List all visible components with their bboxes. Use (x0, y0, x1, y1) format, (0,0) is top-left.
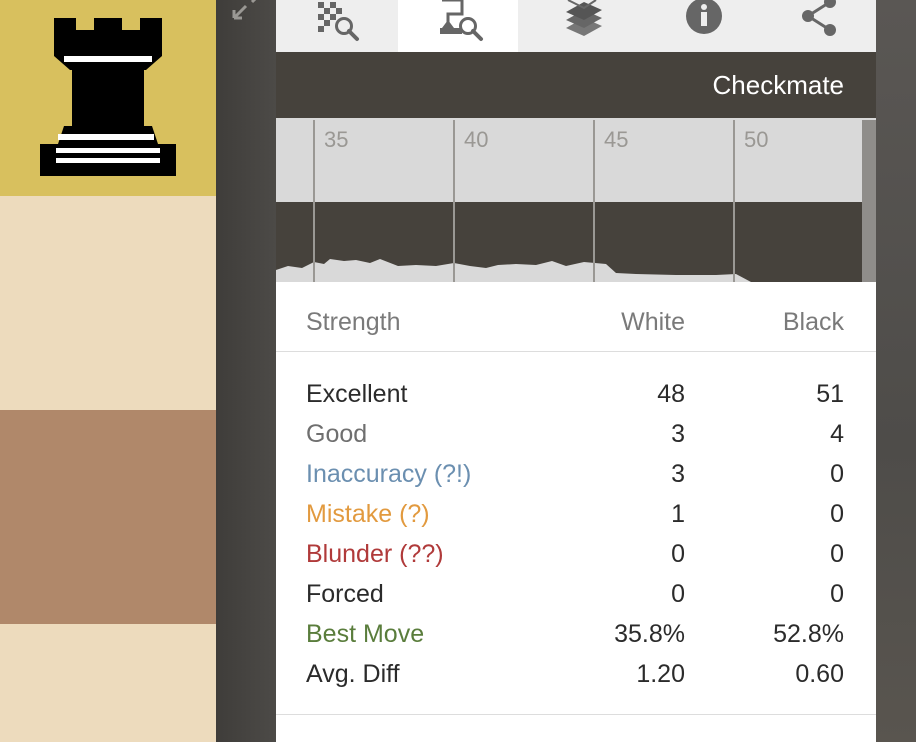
table-row: Blunder (??) 0 0 (276, 540, 876, 580)
board-square-dark[interactable] (0, 410, 216, 624)
board-square-light[interactable] (0, 624, 216, 742)
board-square-light[interactable] (0, 196, 216, 410)
table-row: Forced 0 0 (276, 580, 876, 620)
row-black-value: 0 (830, 460, 844, 488)
row-label: Blunder (??) (306, 540, 444, 568)
row-black-value: 52.8% (773, 620, 844, 648)
board-panel-gap (216, 0, 276, 742)
row-white-value: 48 (657, 380, 685, 408)
book-stack-icon (566, 0, 602, 36)
row-black-value: 0 (830, 500, 844, 528)
row-white-value: 3 (671, 420, 685, 448)
tab-board-analysis[interactable] (276, 0, 396, 52)
chess-board[interactable] (0, 0, 216, 742)
tab-share[interactable] (758, 0, 878, 52)
row-label: Avg. Diff (306, 660, 400, 688)
chart-tick-label: 50 (744, 127, 768, 152)
row-white-value: 1.20 (636, 660, 685, 688)
row-white-value: 3 (671, 460, 685, 488)
row-label: Inaccuracy (?!) (306, 460, 472, 488)
row-label: Good (306, 420, 368, 448)
background-strip (876, 0, 916, 742)
header-white: White (621, 308, 685, 336)
table-header: Strength White Black (276, 282, 876, 352)
board-analysis-icon (318, 2, 359, 41)
chart-tick-label: 40 (464, 127, 488, 152)
table-row: Best Move 35.8% 52.8% (276, 620, 876, 660)
header-black: Black (782, 308, 844, 336)
row-white-value: 1 (671, 500, 685, 528)
row-white-value: 0 (671, 580, 685, 608)
row-label: Excellent (306, 380, 408, 408)
analysis-search-icon (440, 0, 483, 41)
table-row: Mistake (?) 1 0 (276, 500, 876, 540)
header-strength: Strength (306, 308, 401, 336)
chart-tick-label: 45 (604, 127, 628, 152)
expand-icon[interactable] (230, 0, 262, 22)
share-icon (802, 0, 836, 36)
tab-info[interactable] (642, 0, 762, 52)
row-black-value: 4 (830, 420, 844, 448)
row-white-value: 35.8% (614, 620, 685, 648)
row-label: Mistake (?) (306, 500, 430, 528)
table-row: Good 3 4 (276, 420, 876, 460)
analysis-panel: Checkmate 35 40 45 50 Strength White Black … (276, 0, 876, 742)
game-status-text: Checkmate (712, 70, 845, 100)
black-rook-icon[interactable] (38, 16, 178, 176)
tab-opening-book[interactable] (522, 0, 642, 52)
row-black-value: 51 (816, 380, 844, 408)
tab-analysis[interactable] (398, 0, 518, 52)
divider (276, 714, 876, 715)
row-black-value: 0 (830, 580, 844, 608)
row-white-value: 0 (671, 540, 685, 568)
row-black-value: 0 (830, 540, 844, 568)
row-label: Best Move (306, 620, 425, 648)
table-row: Avg. Diff 1.20 0.60 (276, 660, 876, 700)
table-row: Inaccuracy (?!) 3 0 (276, 460, 876, 500)
chart-scrollbar (862, 120, 876, 282)
tab-bar (276, 0, 876, 52)
info-icon (686, 0, 722, 34)
chart-tick-label: 35 (324, 127, 348, 152)
advantage-chart[interactable]: 35 40 45 50 (276, 120, 876, 282)
table-row: Excellent 48 51 (276, 380, 876, 420)
row-black-value: 0.60 (795, 660, 844, 688)
row-label: Forced (306, 580, 384, 608)
game-status-bar: Checkmate (276, 52, 876, 120)
